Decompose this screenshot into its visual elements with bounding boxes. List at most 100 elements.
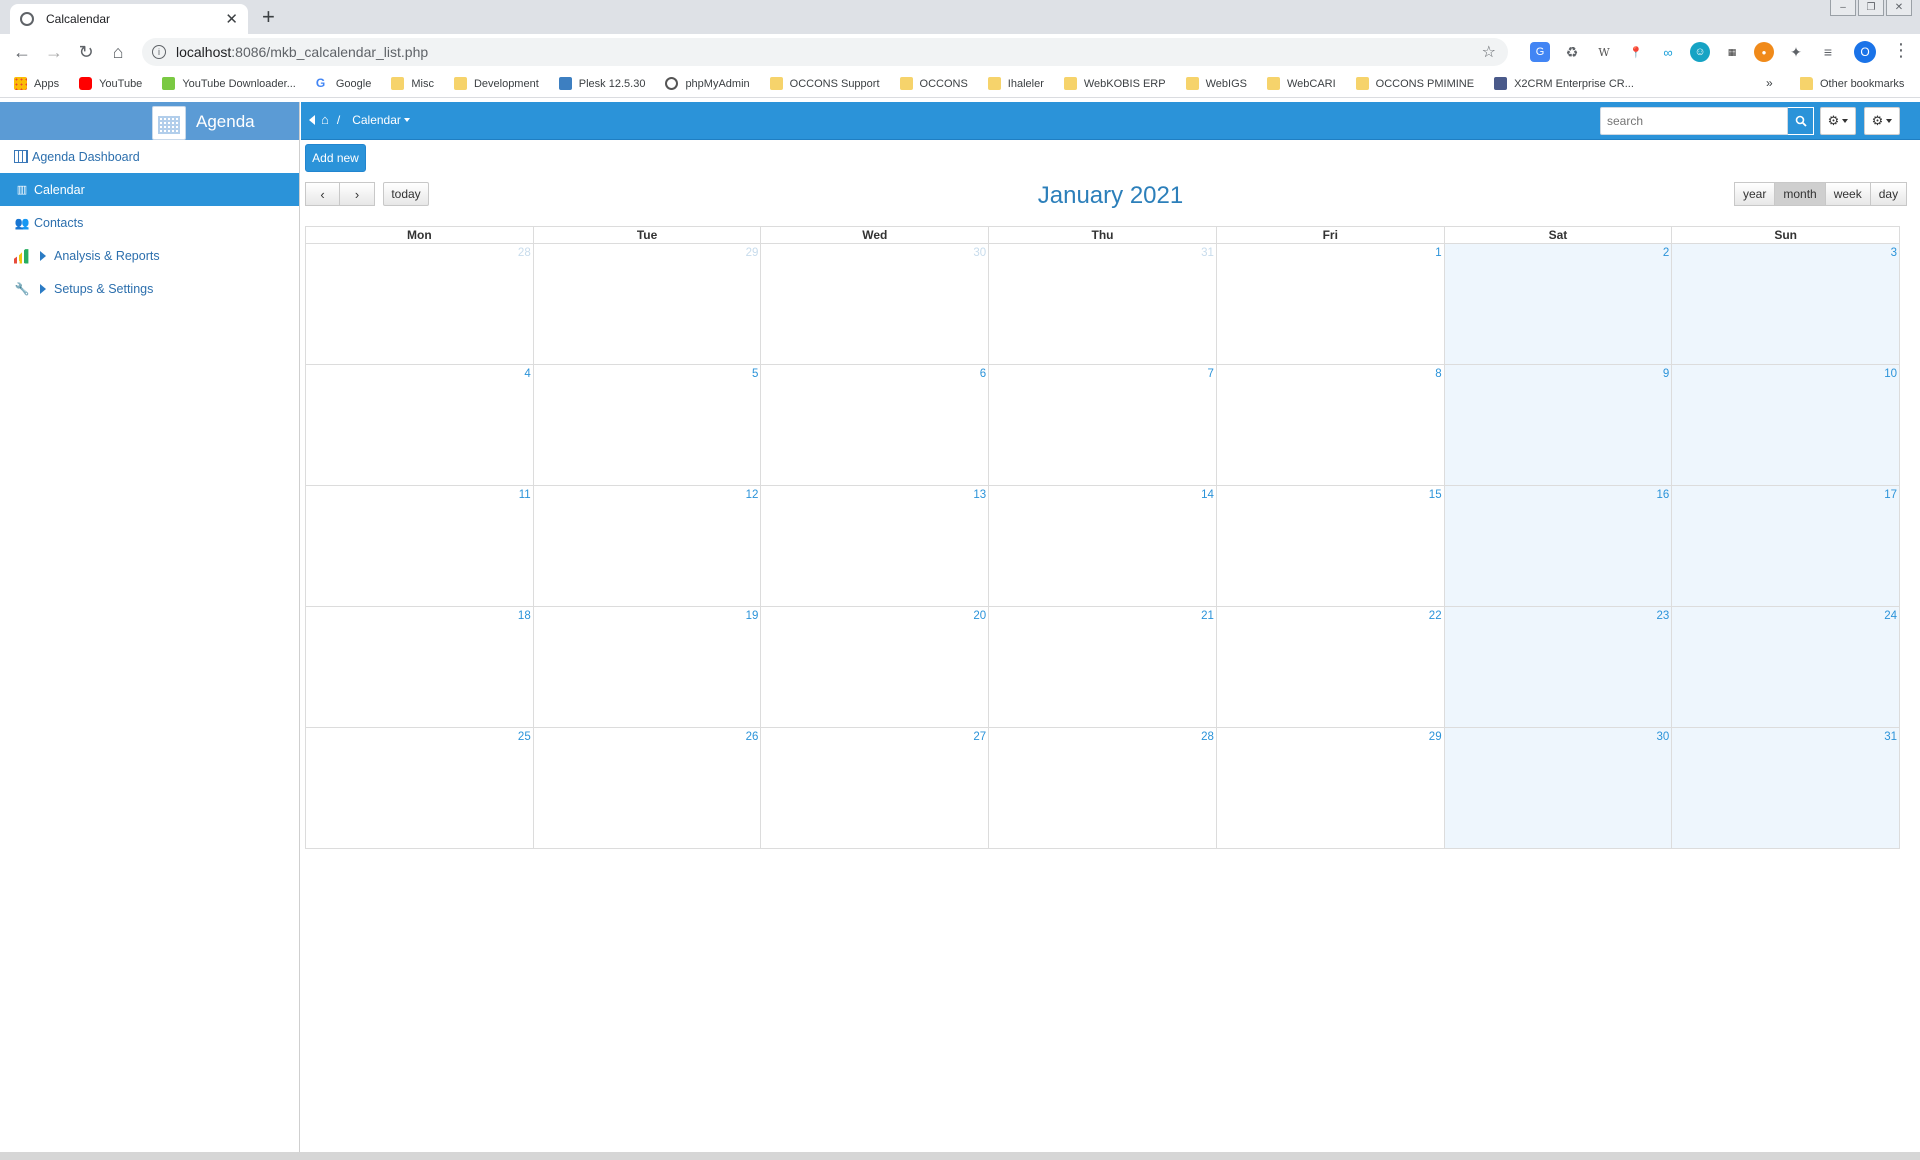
prev-month-button[interactable]: ‹	[305, 182, 340, 206]
day-cell[interactable]: 22	[1216, 607, 1445, 728]
pin-icon[interactable]: 📍	[1626, 42, 1646, 62]
bookmark-youtube[interactable]: YouTube	[79, 77, 142, 90]
bookmark-apps[interactable]: Apps	[14, 77, 59, 90]
new-tab-button[interactable]: +	[262, 4, 275, 30]
translate-icon[interactable]: G	[1530, 42, 1550, 62]
forward-icon[interactable]: →	[38, 42, 70, 63]
day-cell[interactable]: 14	[989, 486, 1217, 607]
bookmark-development[interactable]: Development	[453, 77, 539, 90]
infinity-icon[interactable]: ∞	[1658, 42, 1678, 62]
day-cell[interactable]: 30	[761, 244, 990, 365]
bookmark-phpmyadmin[interactable]: phpMyAdmin	[665, 77, 750, 90]
day-cell[interactable]: 5	[533, 365, 762, 486]
day-cell[interactable]: 17	[1672, 486, 1901, 607]
expand-caret-icon[interactable]	[40, 283, 46, 294]
day-cell[interactable]: 16	[1444, 486, 1673, 607]
menu-icon[interactable]: ⋮	[1892, 40, 1910, 61]
bookmark-webkobis[interactable]: WebKOBIS ERP	[1063, 77, 1166, 90]
bookmark-x2crm[interactable]: X2CRM Enterprise CR...	[1494, 77, 1634, 90]
day-cell[interactable]: 2	[1444, 244, 1673, 365]
search-button[interactable]	[1788, 107, 1814, 135]
day-cell[interactable]: 19	[533, 607, 762, 728]
day-cell[interactable]: 29	[533, 244, 762, 365]
sidebar-item-contacts[interactable]: 👥 Contacts	[0, 206, 299, 239]
day-cell[interactable]: 10	[1672, 365, 1901, 486]
bookmarks-overflow-icon[interactable]: »	[1766, 76, 1773, 90]
day-cell[interactable]: 11	[306, 486, 534, 607]
puzzle-icon[interactable]: ✦	[1786, 42, 1806, 62]
day-cell[interactable]: 30	[1444, 728, 1673, 849]
recycle-icon[interactable]: ♻	[1562, 42, 1582, 62]
bookmark-star-icon[interactable]: ☆	[1482, 42, 1496, 62]
view-day-button[interactable]: day	[1870, 182, 1908, 206]
day-cell[interactable]: 28	[306, 244, 534, 365]
expand-caret-icon[interactable]	[40, 250, 46, 261]
day-cell[interactable]: 1	[1216, 244, 1445, 365]
smiley-icon[interactable]: ☺	[1690, 42, 1710, 62]
view-week-button[interactable]: week	[1825, 182, 1871, 206]
sidebar-item-agenda-dashboard[interactable]: Agenda Dashboard	[0, 140, 299, 173]
bookmark-webcari[interactable]: WebCARI	[1266, 77, 1336, 90]
sidebar-item-analysis-reports[interactable]: Analysis & Reports	[0, 239, 299, 272]
browser-tab[interactable]: Calcalendar ✕	[10, 4, 248, 34]
day-cell[interactable]: 21	[989, 607, 1217, 728]
day-cell[interactable]: 20	[761, 607, 990, 728]
view-month-button[interactable]: month	[1775, 182, 1826, 206]
day-cell[interactable]: 31	[1672, 728, 1901, 849]
sidebar-item-calendar[interactable]: ▥ Calendar	[0, 173, 299, 206]
day-cell[interactable]: 23	[1444, 607, 1673, 728]
bookmark-youtube-downloader[interactable]: YouTube Downloader...	[162, 77, 296, 90]
info-icon[interactable]: i	[152, 45, 166, 59]
reload-icon[interactable]: ↻	[70, 42, 102, 63]
bookmark-occons-support[interactable]: OCCONS Support	[769, 77, 880, 90]
badge-extension-icon[interactable]: ●	[1754, 42, 1774, 62]
home-icon[interactable]: ⌂	[321, 112, 329, 127]
html-icon[interactable]: ▦	[1722, 42, 1742, 62]
day-cell[interactable]: 31	[989, 244, 1217, 365]
day-cell[interactable]: 15	[1216, 486, 1445, 607]
sidebar-item-setups-settings[interactable]: 🔧 Setups & Settings	[0, 272, 299, 305]
day-cell[interactable]: 27	[761, 728, 990, 849]
day-cell[interactable]: 6	[761, 365, 990, 486]
day-cell[interactable]: 8	[1216, 365, 1445, 486]
day-cell[interactable]: 26	[533, 728, 762, 849]
back-icon[interactable]: ←	[6, 42, 38, 63]
bookmark-misc[interactable]: Misc	[391, 77, 434, 90]
day-cell[interactable]: 13	[761, 486, 990, 607]
bookmark-ihaleler[interactable]: Ihaleler	[987, 77, 1044, 90]
bookmark-occons-pmimine[interactable]: OCCONS PMIMINE	[1355, 77, 1474, 90]
bookmark-google[interactable]: G Google	[315, 77, 371, 90]
day-cell[interactable]: 18	[306, 607, 534, 728]
day-cell[interactable]: 25	[306, 728, 534, 849]
options-dropdown-button[interactable]: ⚙	[1864, 107, 1900, 135]
window-close-icon[interactable]: ✕	[1886, 0, 1912, 16]
address-bar[interactable]: i localhost:8086/mkb_calcalendar_list.ph…	[142, 38, 1508, 66]
day-cell[interactable]: 4	[306, 365, 534, 486]
day-cell[interactable]: 3	[1672, 244, 1901, 365]
close-icon[interactable]: ✕	[225, 10, 238, 28]
day-cell[interactable]: 29	[1216, 728, 1445, 849]
search-input[interactable]	[1600, 107, 1788, 135]
minimize-icon[interactable]: –	[1830, 0, 1856, 16]
add-new-button[interactable]: Add new	[305, 144, 366, 172]
next-month-button[interactable]: ›	[340, 182, 375, 206]
bookmark-webigs[interactable]: WebIGS	[1185, 77, 1247, 90]
back-arrow-icon[interactable]	[309, 114, 315, 125]
settings-dropdown-button[interactable]: ⚙	[1820, 107, 1856, 135]
breadcrumb-calendar-dropdown[interactable]: Calendar	[352, 113, 410, 127]
restore-icon[interactable]: ❐	[1858, 0, 1884, 16]
today-button[interactable]: today	[383, 182, 429, 206]
wikipedia-icon[interactable]: W	[1594, 42, 1614, 62]
day-cell[interactable]: 7	[989, 365, 1217, 486]
bookmark-other[interactable]: Other bookmarks	[1800, 77, 1904, 90]
day-cell[interactable]: 12	[533, 486, 762, 607]
day-cell[interactable]: 9	[1444, 365, 1673, 486]
day-cell[interactable]: 24	[1672, 607, 1901, 728]
home-icon[interactable]: ⌂	[102, 42, 134, 63]
day-cell[interactable]: 28	[989, 728, 1217, 849]
view-year-button[interactable]: year	[1734, 182, 1776, 206]
profile-avatar[interactable]: O	[1854, 41, 1876, 63]
bookmark-plesk[interactable]: Plesk 12.5.30	[558, 77, 645, 90]
bookmark-occons[interactable]: OCCONS	[899, 77, 968, 90]
reading-list-icon[interactable]: ≡	[1818, 42, 1838, 62]
